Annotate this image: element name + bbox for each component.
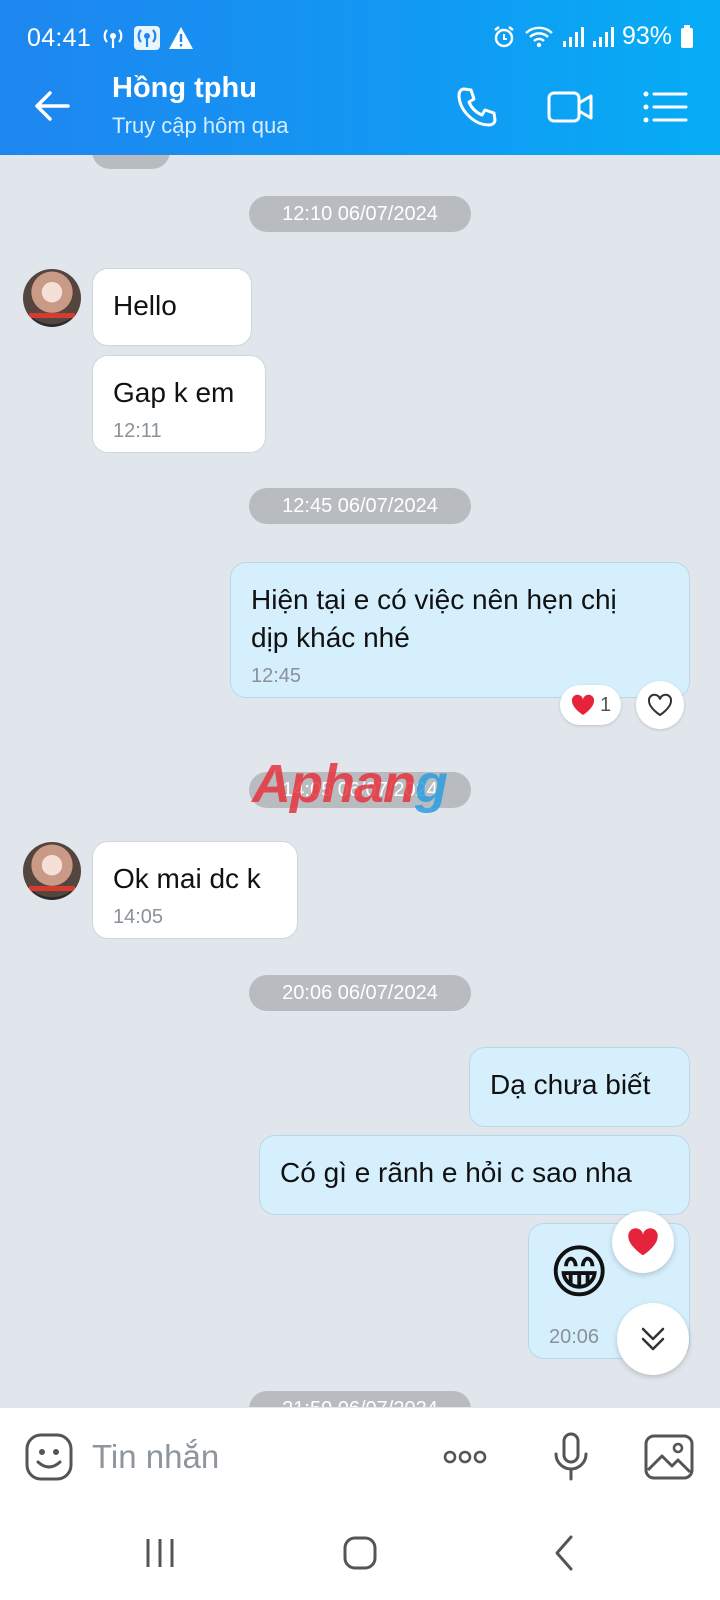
last-seen-status: Truy cập hôm qua bbox=[112, 113, 289, 138]
chat-area[interactable]: 12:10 06/07/2024 Hello Gap k em 12:11 12… bbox=[0, 155, 720, 1407]
back-nav-icon[interactable] bbox=[545, 1533, 585, 1573]
date-separator: 12:10 06/07/2024 bbox=[249, 196, 471, 232]
battery-icon bbox=[681, 24, 693, 48]
message-time: 12:11 bbox=[113, 420, 162, 442]
message-bubble-outgoing[interactable]: Dạ chưa biết bbox=[469, 1047, 690, 1127]
hotspot-icon bbox=[103, 29, 123, 48]
message-bubble-incoming[interactable]: Hello bbox=[92, 268, 252, 346]
message-text: Ok mai dc k bbox=[113, 863, 261, 894]
quick-heart-reaction-button[interactable] bbox=[612, 1211, 674, 1273]
watermark-logo: Aphang bbox=[252, 754, 448, 814]
message-emoji: 😁 bbox=[549, 1240, 610, 1305]
menu-list-icon[interactable] bbox=[640, 82, 690, 132]
double-chevron-down-icon bbox=[641, 1327, 665, 1351]
message-input-bar: Tin nhắn bbox=[0, 1407, 720, 1505]
signal-icon bbox=[562, 26, 584, 47]
date-separator: 12:45 06/07/2024 bbox=[249, 488, 471, 524]
status-time: 04:41 bbox=[27, 24, 92, 52]
image-gallery-icon[interactable] bbox=[642, 1430, 696, 1484]
home-icon[interactable] bbox=[340, 1533, 380, 1573]
message-text: Gap k em bbox=[113, 377, 235, 408]
reaction-summary[interactable]: 1 bbox=[560, 685, 622, 725]
heart-icon bbox=[571, 694, 595, 715]
message-text: Hiện tại e có việc nên hẹn chị dịp khác … bbox=[251, 584, 617, 653]
date-separator: 21:50 06/07/2024 bbox=[249, 1391, 471, 1407]
react-button[interactable] bbox=[636, 681, 684, 729]
message-text: Dạ chưa biết bbox=[490, 1069, 651, 1100]
message-bubble-incoming[interactable]: Ok mai dc k 14:05 bbox=[92, 841, 298, 939]
message-text: Hello bbox=[113, 290, 177, 321]
avatar[interactable] bbox=[23, 269, 81, 327]
heart-icon bbox=[628, 1228, 658, 1256]
heart-outline-icon bbox=[647, 693, 673, 717]
back-arrow-icon[interactable] bbox=[30, 84, 74, 128]
system-navigation-bar bbox=[0, 1505, 720, 1600]
message-input[interactable]: Tin nhắn bbox=[92, 1438, 219, 1476]
scroll-to-bottom-button[interactable] bbox=[617, 1303, 689, 1375]
alarm-icon bbox=[494, 25, 514, 47]
message-bubble-incoming[interactable]: Gap k em 12:11 bbox=[92, 355, 266, 453]
date-separator: 20:06 06/07/2024 bbox=[249, 975, 471, 1011]
message-text: Có gì e rãnh e hỏi c sao nha bbox=[280, 1157, 632, 1188]
microphone-icon[interactable] bbox=[544, 1430, 598, 1484]
more-options-icon[interactable] bbox=[438, 1430, 492, 1484]
sticker-emoji-icon[interactable] bbox=[22, 1430, 76, 1484]
battery-level: 93% bbox=[621, 22, 672, 50]
top-bar: 04:41 93% Hồng tphu Truy cập hôm qua bbox=[0, 0, 720, 155]
phone-call-icon[interactable] bbox=[452, 82, 502, 132]
avatar[interactable] bbox=[23, 842, 81, 900]
hotspot-active-icon bbox=[134, 26, 160, 50]
recent-apps-icon[interactable] bbox=[140, 1533, 180, 1573]
status-bar: 04:41 93% bbox=[0, 0, 720, 58]
chat-header: Hồng tphu Truy cập hôm qua bbox=[0, 58, 720, 155]
warning-icon bbox=[169, 27, 193, 49]
wifi-icon bbox=[525, 26, 553, 47]
date-separator-partial bbox=[92, 155, 170, 169]
message-time: 12:45 bbox=[251, 665, 302, 687]
message-bubble-outgoing[interactable]: Có gì e rãnh e hỏi c sao nha bbox=[259, 1135, 690, 1215]
reaction-count: 1 bbox=[600, 693, 612, 716]
signal-icon-2 bbox=[592, 26, 614, 47]
message-time: 14:05 bbox=[113, 906, 164, 928]
video-call-icon[interactable] bbox=[546, 82, 596, 132]
contact-name[interactable]: Hồng tphu bbox=[112, 72, 257, 105]
message-bubble-outgoing[interactable]: Hiện tại e có việc nên hẹn chị dịp khác … bbox=[230, 562, 690, 698]
message-time: 20:06 bbox=[549, 1326, 600, 1348]
